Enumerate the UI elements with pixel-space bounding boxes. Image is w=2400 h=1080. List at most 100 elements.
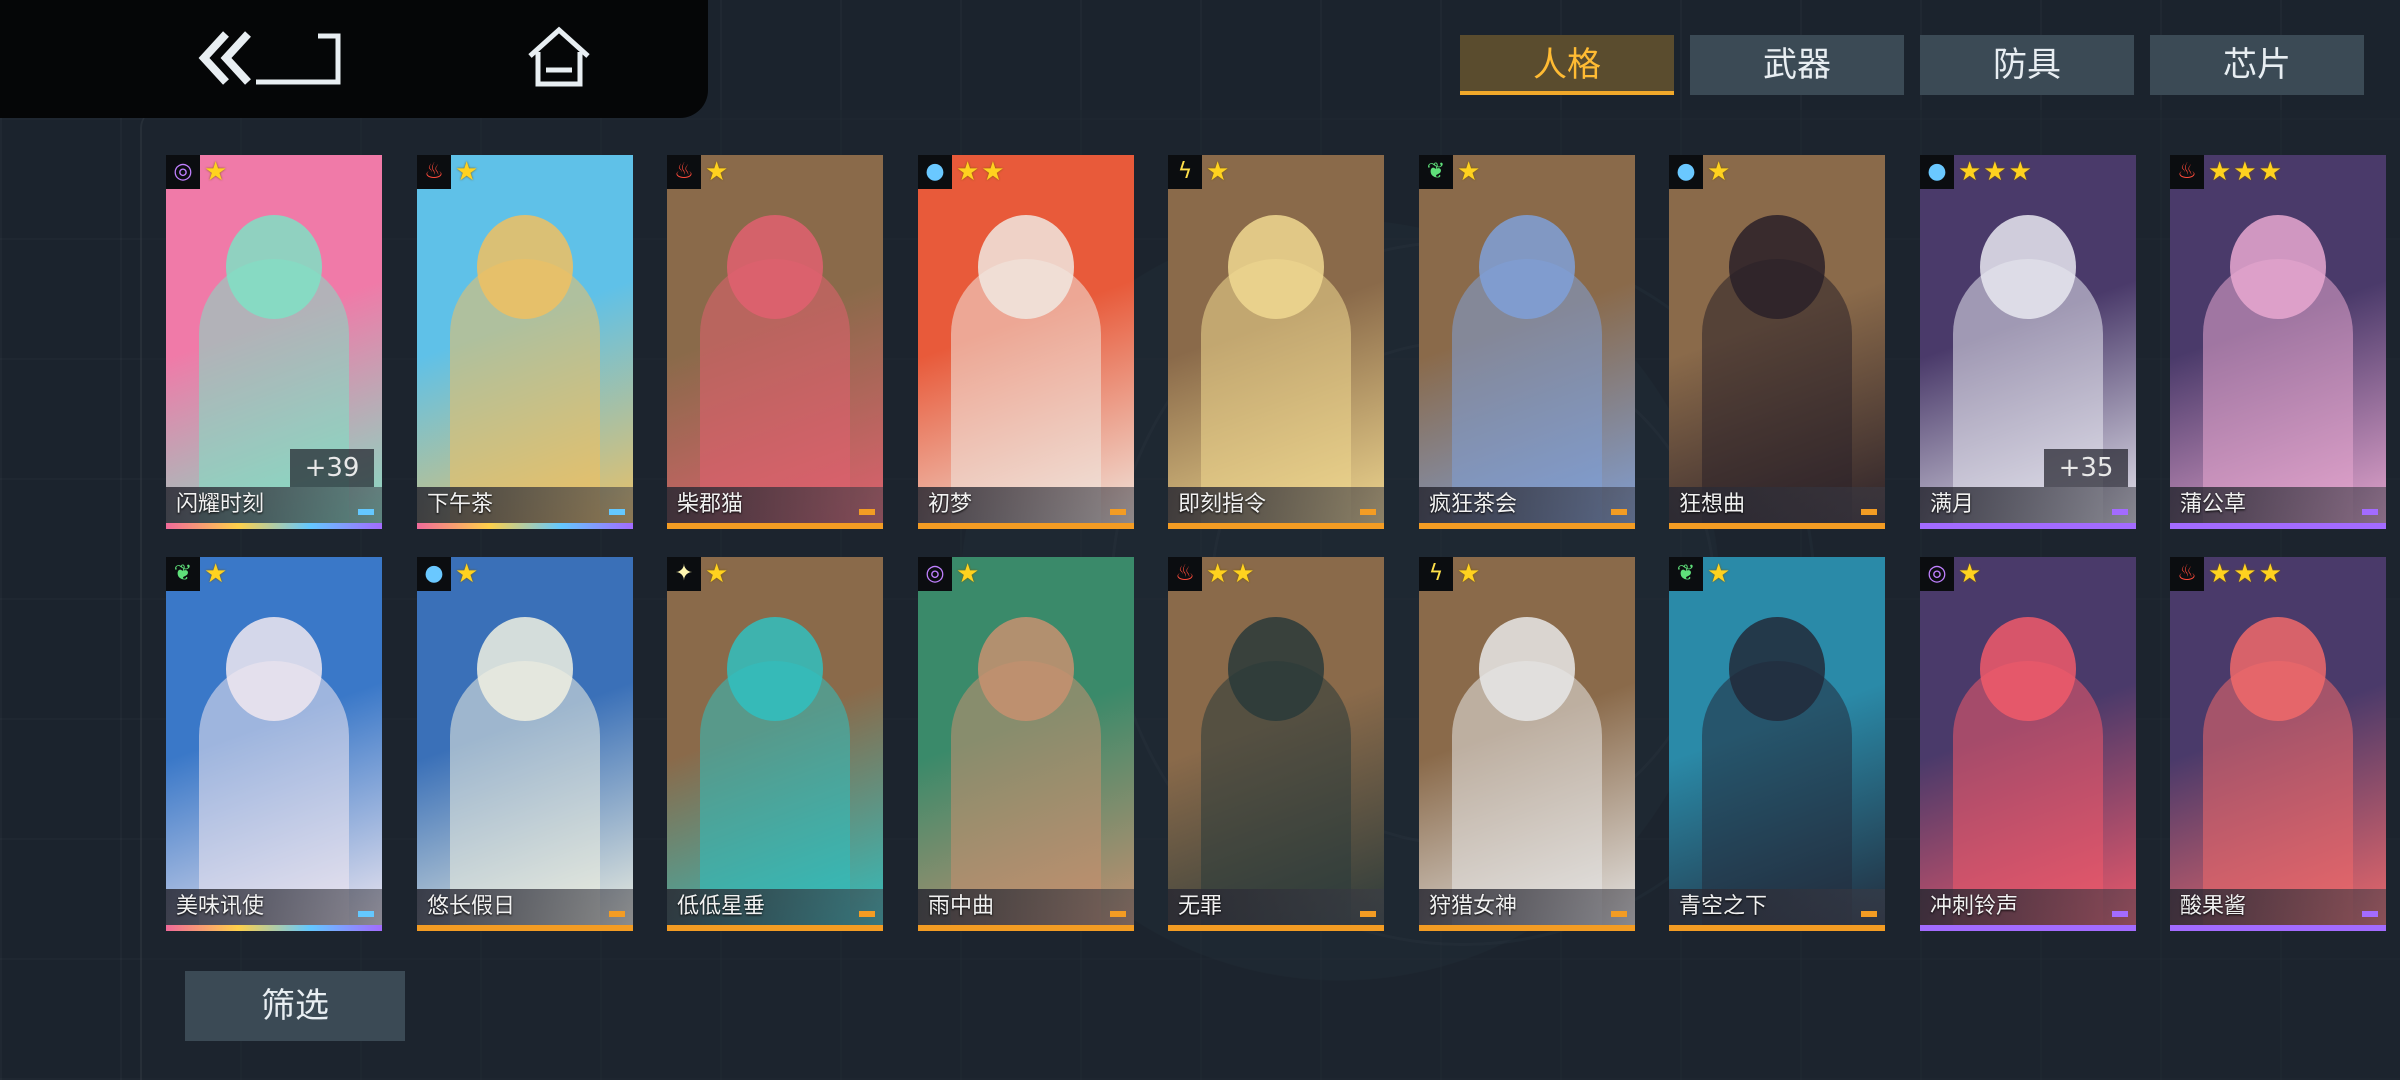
character-card[interactable]: ♨ ★★★ 蒲公草 bbox=[2170, 155, 2386, 529]
character-head bbox=[2230, 215, 2326, 319]
rarity-bar bbox=[1168, 523, 1384, 529]
character-card[interactable]: ● ★ 悠长假日 bbox=[417, 557, 633, 931]
character-head bbox=[978, 215, 1074, 319]
rarity-bar bbox=[2170, 523, 2386, 529]
character-name: 即刻指令 bbox=[1178, 492, 1267, 517]
corner-marker bbox=[859, 911, 875, 917]
corner-marker bbox=[2362, 911, 2378, 917]
character-card[interactable]: ✦ ★ 低低星垂 bbox=[667, 557, 883, 931]
corner-marker bbox=[609, 911, 625, 917]
character-card[interactable]: ϟ ★ 即刻指令 bbox=[1168, 155, 1384, 529]
character-name: 满月 bbox=[1930, 492, 1975, 517]
character-card[interactable]: ● ★ 狂想曲 bbox=[1669, 155, 1885, 529]
character-portrait bbox=[1168, 557, 1384, 931]
character-name: 冲刺铃声 bbox=[1930, 894, 2019, 919]
corner-marker bbox=[1861, 911, 1877, 917]
character-portrait bbox=[1419, 557, 1635, 931]
rarity-bar bbox=[667, 925, 883, 931]
tab-weapon[interactable]: 武器 bbox=[1690, 35, 1904, 95]
lightning-icon: ϟ bbox=[1419, 557, 1453, 591]
character-portrait bbox=[2170, 155, 2386, 529]
leaf-icon: ❦ bbox=[1419, 155, 1453, 189]
tab-personality[interactable]: 人格 bbox=[1460, 35, 1674, 95]
character-name: 青空之下 bbox=[1679, 894, 1768, 919]
tab-armor[interactable]: 防具 bbox=[1920, 35, 2134, 95]
enhance-level-badge: +39 bbox=[290, 449, 374, 487]
character-head bbox=[1729, 215, 1825, 319]
spiral-icon: ◎ bbox=[1920, 557, 1954, 591]
home-icon bbox=[528, 26, 590, 87]
character-head bbox=[1228, 617, 1324, 721]
character-card[interactable]: ❦ ★ 美味讯使 bbox=[166, 557, 382, 931]
corner-marker bbox=[2112, 911, 2128, 917]
leaf-icon: ❦ bbox=[166, 557, 200, 591]
character-name: 低低星垂 bbox=[677, 894, 766, 919]
character-name: 狂想曲 bbox=[1679, 492, 1746, 517]
star-rating: ★★★ bbox=[2208, 559, 2284, 589]
water-icon: ● bbox=[1920, 155, 1954, 189]
corner-marker bbox=[1110, 911, 1126, 917]
character-name: 下午茶 bbox=[427, 492, 494, 517]
corner-marker bbox=[1611, 911, 1627, 917]
character-head bbox=[477, 215, 573, 319]
filter-button[interactable]: 筛选 bbox=[185, 971, 405, 1041]
character-portrait bbox=[1669, 557, 1885, 931]
character-portrait bbox=[417, 155, 633, 529]
rarity-bar bbox=[1920, 523, 2136, 529]
character-card[interactable]: ♨ ★★ 无罪 bbox=[1168, 557, 1384, 931]
star-rating: ★ bbox=[204, 559, 230, 589]
star-rating: ★ bbox=[455, 157, 481, 187]
character-card[interactable]: ◎ ★ +39 闪耀时刻 bbox=[166, 155, 382, 529]
character-name: 闪耀时刻 bbox=[176, 492, 265, 517]
corner-marker bbox=[1360, 509, 1376, 515]
character-name: 酸果酱 bbox=[2180, 894, 2247, 919]
rarity-bar bbox=[2170, 925, 2386, 931]
character-portrait bbox=[417, 557, 633, 931]
character-card[interactable]: ● ★★ 初梦 bbox=[918, 155, 1134, 529]
corner-marker bbox=[1611, 509, 1627, 515]
character-head bbox=[1980, 617, 2076, 721]
character-head bbox=[727, 215, 823, 319]
rarity-bar bbox=[166, 523, 382, 529]
star-rating: ★ bbox=[705, 157, 731, 187]
character-card[interactable]: ◎ ★ 冲刺铃声 bbox=[1920, 557, 2136, 931]
corner-marker bbox=[2112, 509, 2128, 515]
character-card[interactable]: ● ★★★ +35 满月 bbox=[1920, 155, 2136, 529]
character-portrait bbox=[2170, 557, 2386, 931]
back-arrow-icon bbox=[198, 31, 341, 85]
character-card[interactable]: ❦ ★ 青空之下 bbox=[1669, 557, 1885, 931]
character-head bbox=[477, 617, 573, 721]
character-head bbox=[727, 617, 823, 721]
tab-chip[interactable]: 芯片 bbox=[2150, 35, 2364, 95]
home-button[interactable] bbox=[526, 26, 592, 88]
corner-marker bbox=[2362, 509, 2378, 515]
star-rating: ★ bbox=[1707, 559, 1733, 589]
star-icon: ✦ bbox=[667, 557, 701, 591]
character-card[interactable]: ◎ ★ 雨中曲 bbox=[918, 557, 1134, 931]
character-head bbox=[2230, 617, 2326, 721]
spiral-icon: ◎ bbox=[166, 155, 200, 189]
fire-icon: ♨ bbox=[667, 155, 701, 189]
character-head bbox=[978, 617, 1074, 721]
character-card[interactable]: ♨ ★★★ 酸果酱 bbox=[2170, 557, 2386, 931]
character-card[interactable]: ♨ ★ 柴郡猫 bbox=[667, 155, 883, 529]
character-name: 蒲公草 bbox=[2180, 492, 2247, 517]
back-button[interactable] bbox=[196, 28, 346, 88]
character-name: 雨中曲 bbox=[928, 894, 995, 919]
character-head bbox=[226, 617, 322, 721]
rarity-bar bbox=[1419, 925, 1635, 931]
star-rating: ★ bbox=[705, 559, 731, 589]
character-card[interactable]: ϟ ★ 狩猎女神 bbox=[1419, 557, 1635, 931]
star-rating: ★★ bbox=[1206, 559, 1257, 589]
star-rating: ★ bbox=[1457, 559, 1483, 589]
star-rating: ★★★ bbox=[1958, 157, 2034, 187]
corner-marker bbox=[1360, 911, 1376, 917]
character-head bbox=[1228, 215, 1324, 319]
character-name: 柴郡猫 bbox=[677, 492, 744, 517]
character-portrait bbox=[667, 557, 883, 931]
character-portrait bbox=[1419, 155, 1635, 529]
character-card[interactable]: ❦ ★ 疯狂茶会 bbox=[1419, 155, 1635, 529]
character-card[interactable]: ♨ ★ 下午茶 bbox=[417, 155, 633, 529]
character-name: 无罪 bbox=[1178, 894, 1223, 919]
corner-marker bbox=[859, 509, 875, 515]
